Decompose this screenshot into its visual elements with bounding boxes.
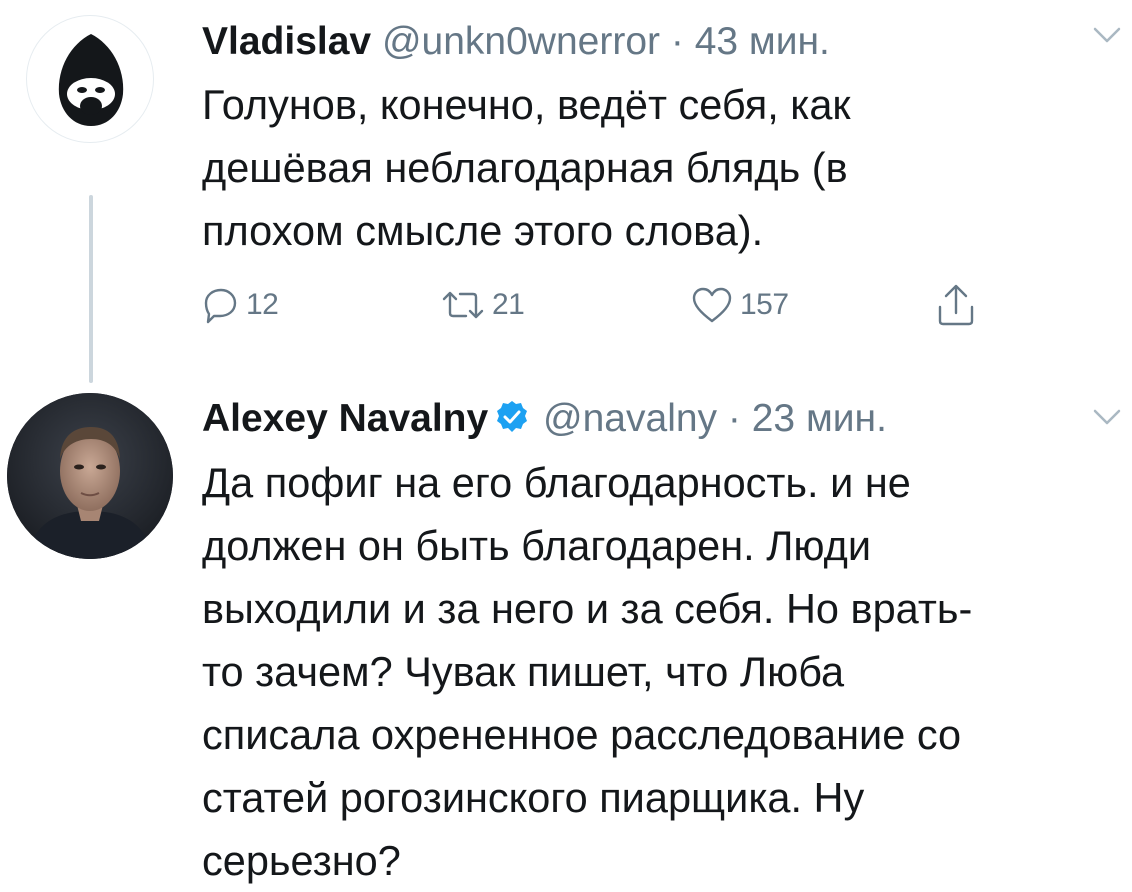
tweet-text-line: списала охрененное расследование со — [202, 711, 962, 758]
retweet-button[interactable]: 21 — [440, 280, 525, 330]
tweet-text-line: плохом смысле этого слова). — [202, 207, 764, 254]
avatar[interactable] — [7, 393, 173, 559]
share-icon — [938, 284, 974, 326]
author-name[interactable]: Alexey Navalny — [202, 397, 488, 440]
author-name[interactable]: Vladislav — [202, 20, 371, 63]
chevron-down-icon[interactable] — [1092, 408, 1122, 431]
tweet-text-line: дешёвая неблагодарная блядь (в — [202, 144, 848, 191]
heart-icon — [692, 287, 732, 323]
profile-photo — [7, 393, 173, 559]
retweet-count: 21 — [492, 288, 525, 321]
thread-connector-line — [89, 195, 93, 383]
tweet-text-line: то зачем? Чувак пишет, что Люба — [202, 648, 845, 695]
share-button[interactable] — [935, 280, 977, 330]
tweet-text: Да пофиг на его благодарность. и не долж… — [202, 451, 1112, 892]
verified-badge-icon — [494, 399, 530, 447]
chevron-down-icon[interactable] — [1092, 26, 1122, 49]
tweet-header: Alexey Navalny @navalny · 23 мин. — [202, 395, 887, 447]
tweet-text: Голунов, конечно, ведёт себя, как дешёва… — [202, 73, 1112, 262]
retweet-icon — [442, 291, 484, 319]
reply-count: 12 — [246, 288, 279, 321]
like-count: 157 — [740, 288, 789, 321]
hooded-figure-logo — [58, 34, 124, 126]
tweet-text-line: должен он быть благодарен. Люди — [202, 522, 872, 569]
tweet-text-line: Голунов, конечно, ведёт себя, как — [202, 81, 851, 128]
separator-dot: · — [727, 397, 741, 440]
reply-button[interactable]: 12 — [200, 280, 279, 330]
author-handle[interactable]: @navalny — [543, 397, 717, 440]
like-button[interactable]: 157 — [690, 280, 789, 330]
tweet-1[interactable]: Vladislav @unkn0wnerror · 43 мин. Голуно… — [0, 0, 1132, 383]
avatar[interactable] — [26, 15, 154, 143]
timestamp[interactable]: 43 мин. — [695, 20, 830, 63]
tweet-2[interactable]: Alexey Navalny @navalny · 23 мин. Да поф… — [0, 383, 1132, 889]
separator-dot: · — [670, 20, 684, 63]
timestamp[interactable]: 23 мин. — [752, 397, 887, 440]
tweet-header: Vladislav @unkn0wnerror · 43 мин. — [202, 18, 830, 66]
tweet-actions: 12 21 157 — [200, 280, 1020, 330]
reply-icon — [204, 288, 237, 324]
tweet-text-line: выходили и за него и за себя. Но врать- — [202, 585, 973, 632]
author-handle[interactable]: @unkn0wnerror — [382, 20, 660, 63]
tweet-text-line: Да пофиг на его благодарность. и не — [202, 459, 911, 506]
tweet-text-line: статей рогозинского пиарщика. Ну — [202, 774, 865, 821]
tweet-text-line: серьезно? — [202, 837, 401, 884]
